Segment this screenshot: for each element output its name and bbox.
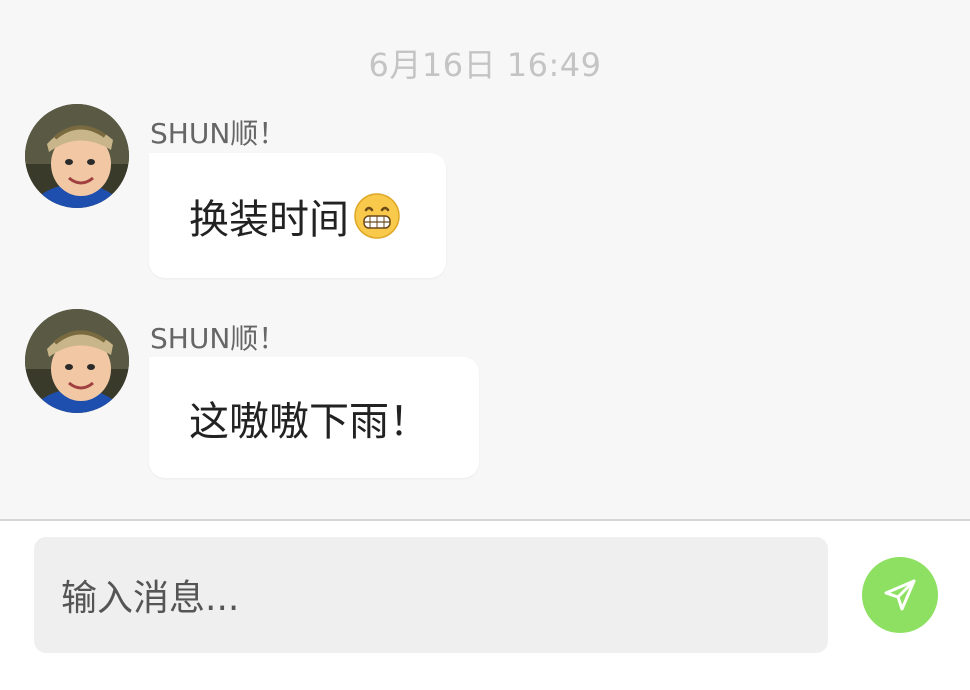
avatar[interactable] (25, 309, 129, 413)
message-bubble[interactable]: 换装时间 (149, 153, 446, 278)
message-text: 这嗷嗷下雨！ (189, 398, 429, 445)
send-icon (884, 579, 916, 611)
grinning-face-icon (353, 192, 401, 240)
message-input-placeholder: 输入消息... (61, 578, 240, 619)
message-bubble[interactable]: 这嗷嗷下雨！ (149, 357, 479, 478)
message-timestamp: 6月16日 16:49 (368, 46, 602, 84)
avatar[interactable] (25, 104, 129, 208)
message-text: 换装时间 (189, 196, 349, 243)
message-input[interactable]: 输入消息... (34, 537, 828, 653)
chat-area[interactable]: 6月16日 16:49 SHUN顺！ 换装时间 SHUN顺！ 这嗷嗷下雨！ (0, 0, 970, 520)
composer-bar: 输入消息... (0, 521, 970, 690)
sender-name: SHUN顺！ (150, 322, 287, 355)
send-button[interactable] (862, 557, 938, 633)
sender-name: SHUN顺！ (150, 117, 287, 150)
